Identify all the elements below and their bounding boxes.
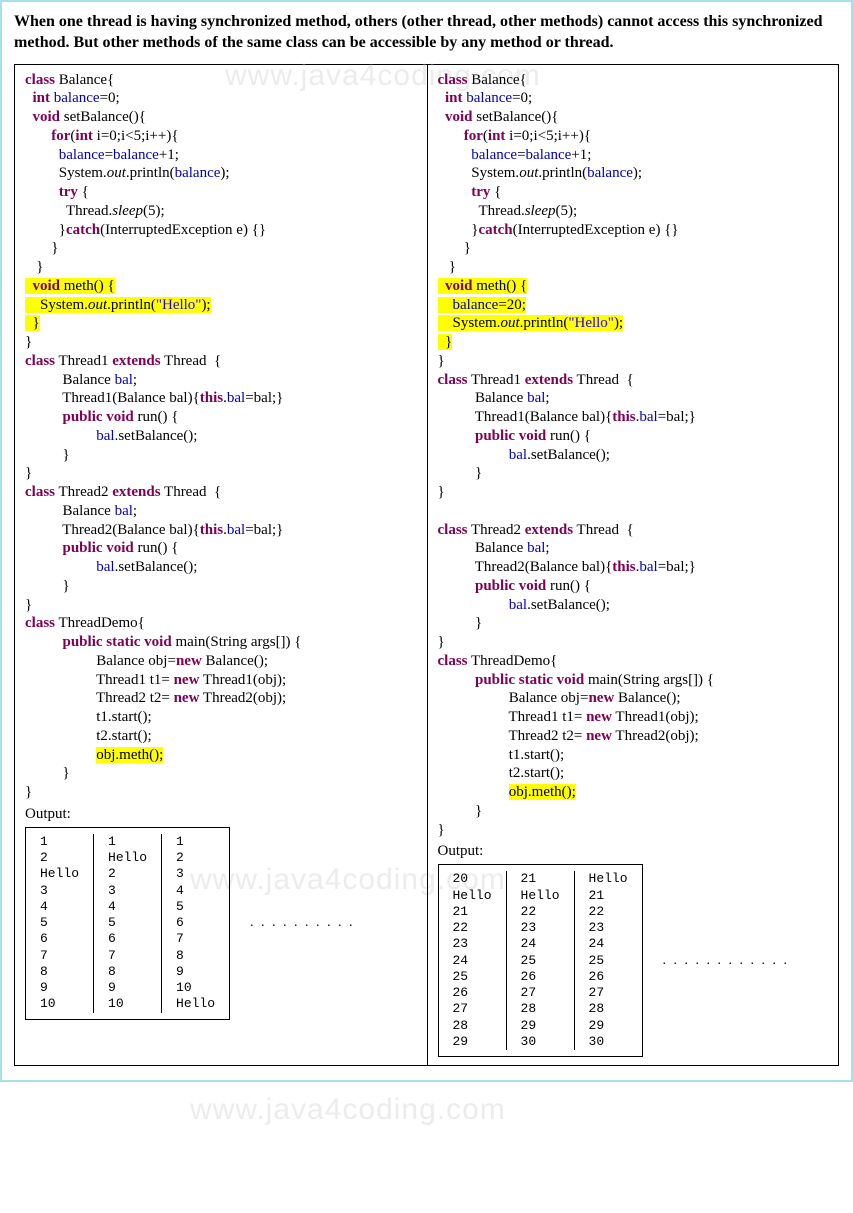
right-code-block: class Balance{ int balance=0; void setBa…: [438, 71, 831, 840]
page-container: When one thread is having synchronized m…: [0, 0, 853, 1082]
output-column: 1 2 Hello 3 4 5 6 7 8 9 10: [26, 834, 93, 1013]
dots-left: . . . . . . . . . .: [250, 915, 355, 931]
output-box-right: 20 Hello 21 22 23 24 25 26 27 28 2921 He…: [438, 864, 643, 1057]
output-label-left: Output:: [25, 806, 419, 823]
left-column: class Balance{ int balance=0; void setBa…: [15, 65, 427, 1066]
output-label-right: Output:: [438, 843, 831, 860]
right-column: class Balance{ int balance=0; void setBa…: [427, 65, 839, 1066]
output-column: 1 Hello 2 3 4 5 6 7 8 9 10: [93, 834, 161, 1013]
output-box-left: 1 2 Hello 3 4 5 6 7 8 9 101 Hello 2 3 4 …: [25, 827, 230, 1020]
output-column: Hello 21 22 23 24 25 26 27 28 29 30: [574, 871, 642, 1050]
output-row-left: 1 2 Hello 3 4 5 6 7 8 9 101 Hello 2 3 4 …: [25, 827, 419, 1020]
output-row-right: 20 Hello 21 22 23 24 25 26 27 28 2921 He…: [438, 864, 831, 1057]
dots-right: . . . . . . . . . . . .: [663, 953, 790, 969]
output-column: 1 2 3 4 5 6 7 8 9 10 Hello: [161, 834, 229, 1013]
watermark: www.java4coding.com: [190, 1093, 506, 1127]
heading-text: When one thread is having synchronized m…: [14, 12, 839, 54]
output-column: 20 Hello 21 22 23 24 25 26 27 28 29: [439, 871, 506, 1050]
code-panels: www.java4coding.com www.java4coding.com …: [14, 64, 839, 1067]
output-column: 21 Hello 22 23 24 25 26 27 28 29 30: [506, 871, 574, 1050]
left-code-block: class Balance{ int balance=0; void setBa…: [25, 71, 419, 802]
